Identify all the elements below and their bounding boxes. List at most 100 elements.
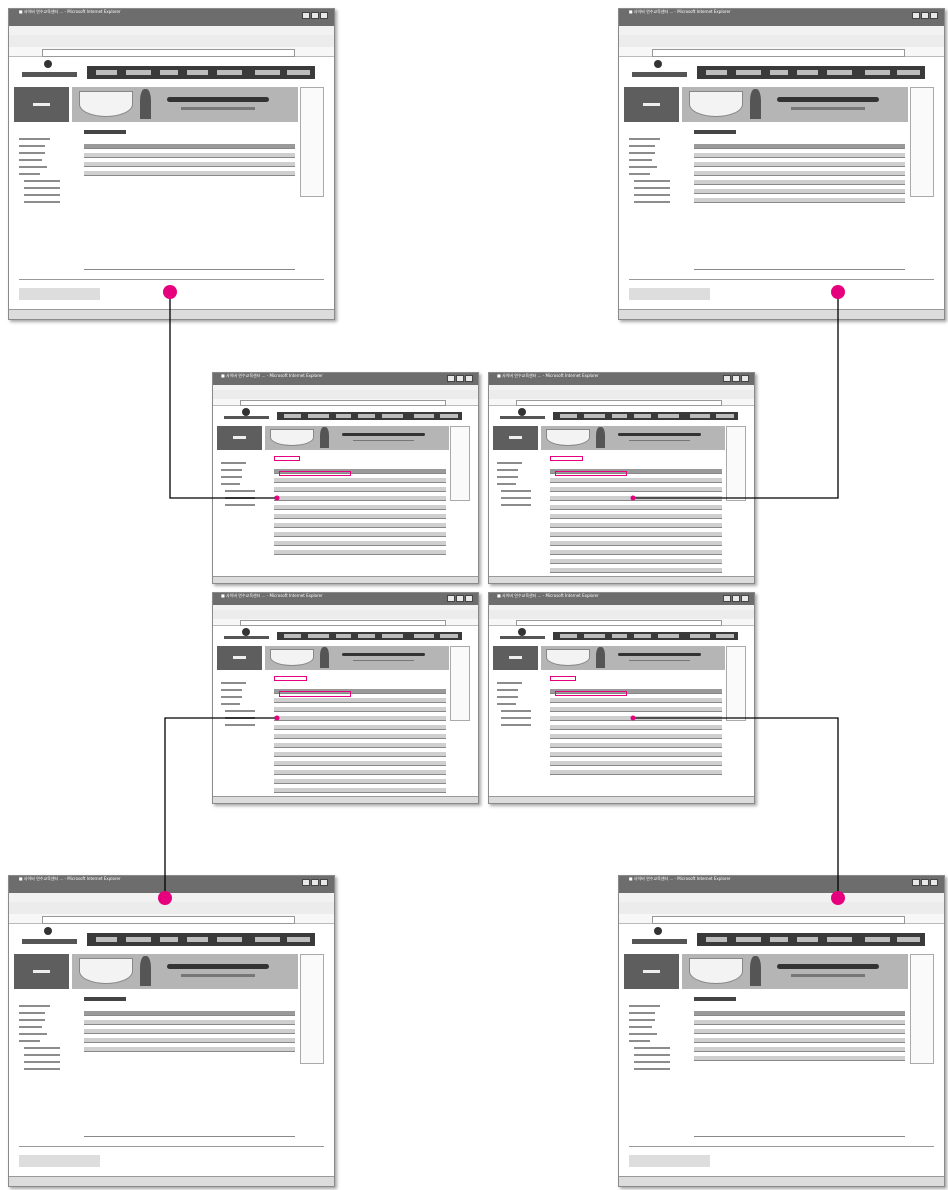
browser-toolbar[interactable] [9,34,334,49]
address-field[interactable] [651,915,905,924]
book-illustration [270,648,315,667]
left-menu[interactable] [496,457,539,511]
board-list[interactable] [273,685,447,797]
quick-menu[interactable] [299,86,325,197]
top-navigation[interactable] [87,933,315,946]
address-bar[interactable] [213,618,478,627]
side-title [33,102,50,107]
logo-icon [44,60,53,69]
left-menu[interactable] [18,1000,71,1075]
address-bar[interactable] [619,47,944,58]
quick-menu[interactable] [909,86,935,197]
banner-subtext [180,107,256,110]
address-field[interactable] [515,619,723,626]
address-bar[interactable] [9,914,334,925]
top-navigation[interactable] [697,66,925,79]
left-menu[interactable] [628,133,681,208]
menu-bar[interactable] [9,26,334,35]
browser-toolbar[interactable] [619,34,944,49]
banner-image [264,645,449,670]
footer-line [628,278,935,280]
browser-toolbar[interactable] [619,901,944,916]
address-field[interactable] [239,619,447,626]
left-menu[interactable] [220,457,263,511]
address-bar[interactable] [9,47,334,58]
figure-illustration [595,647,606,668]
address-field[interactable] [41,48,295,57]
quick-menu[interactable] [449,645,471,721]
address-bar[interactable] [619,914,944,925]
browser-toolbar[interactable] [9,901,334,916]
site-logo[interactable] [223,407,269,423]
top-navigation[interactable] [552,411,739,421]
address-bar[interactable] [489,618,754,627]
left-menu[interactable] [496,677,539,731]
window-title: ■ 사이버 연수교육센터 ... - Microsoft Internet Ex… [496,373,599,378]
board-list[interactable] [549,465,723,577]
address-field[interactable] [239,399,447,406]
selected-row-highlight[interactable] [279,691,352,698]
banner-slogan [618,652,701,657]
board-list[interactable] [273,465,447,559]
banner-image [682,86,909,123]
menu-bar[interactable] [619,26,944,35]
detail-rows [83,1007,295,1056]
left-menu[interactable] [628,1000,681,1075]
window-controls[interactable] [722,595,749,603]
top-navigation[interactable] [697,933,925,946]
banner-subtext [790,107,866,110]
figure-illustration [319,647,330,668]
site-logo[interactable] [22,60,78,82]
side-title [33,969,50,974]
site-logo[interactable] [632,60,688,82]
main-content [693,996,905,1140]
top-navigation[interactable] [276,631,463,641]
logo-text-bar [499,635,545,639]
window-controls[interactable] [722,375,749,383]
address-field[interactable] [651,48,905,57]
selected-row-highlight[interactable] [555,471,628,476]
site-logo[interactable] [223,627,269,643]
site-logo[interactable] [632,927,688,949]
site-logo[interactable] [22,927,78,949]
menu-bar[interactable] [9,893,334,902]
selected-row-highlight[interactable] [279,471,352,476]
selected-row-highlight[interactable] [555,691,628,696]
book-illustration [689,958,744,985]
window-controls[interactable] [301,12,328,20]
window-controls[interactable] [446,595,473,603]
window-controls[interactable] [301,879,328,887]
quick-menu[interactable] [725,425,747,501]
address-field[interactable] [515,399,723,406]
window-controls[interactable] [911,879,938,887]
top-navigation[interactable] [552,631,739,641]
top-navigation[interactable] [87,66,315,79]
address-field[interactable] [41,915,295,924]
board-list[interactable] [549,685,723,779]
address-bar[interactable] [489,398,754,407]
window-controls[interactable] [911,12,938,20]
site-logo[interactable] [499,627,545,643]
quick-menu[interactable] [449,425,471,501]
status-bar [489,576,754,583]
banner-image [264,425,449,450]
screenshot-mid-top-right: ■ 사이버 연수교육센터 ... - Microsoft Internet Ex… [488,372,755,584]
logo-text-bar [223,415,269,419]
banner-slogan [777,964,879,970]
quick-menu[interactable] [909,953,935,1064]
site-logo[interactable] [499,407,545,423]
content-divider [693,268,905,270]
quick-menu[interactable] [725,645,747,721]
menu-bar[interactable] [619,893,944,902]
quick-menu[interactable] [299,953,325,1064]
top-navigation[interactable] [276,411,463,421]
window-controls[interactable] [446,375,473,383]
content-divider [693,1135,905,1137]
content-divider [83,1135,295,1137]
left-menu[interactable] [220,677,263,731]
address-bar[interactable] [213,398,478,407]
screenshot-bottom-right: ■ 사이버 연수교육센터 ... - Microsoft Internet Ex… [618,875,945,1187]
banner-slogan [167,964,269,970]
left-menu[interactable] [18,133,71,208]
section-heading [693,996,736,1002]
